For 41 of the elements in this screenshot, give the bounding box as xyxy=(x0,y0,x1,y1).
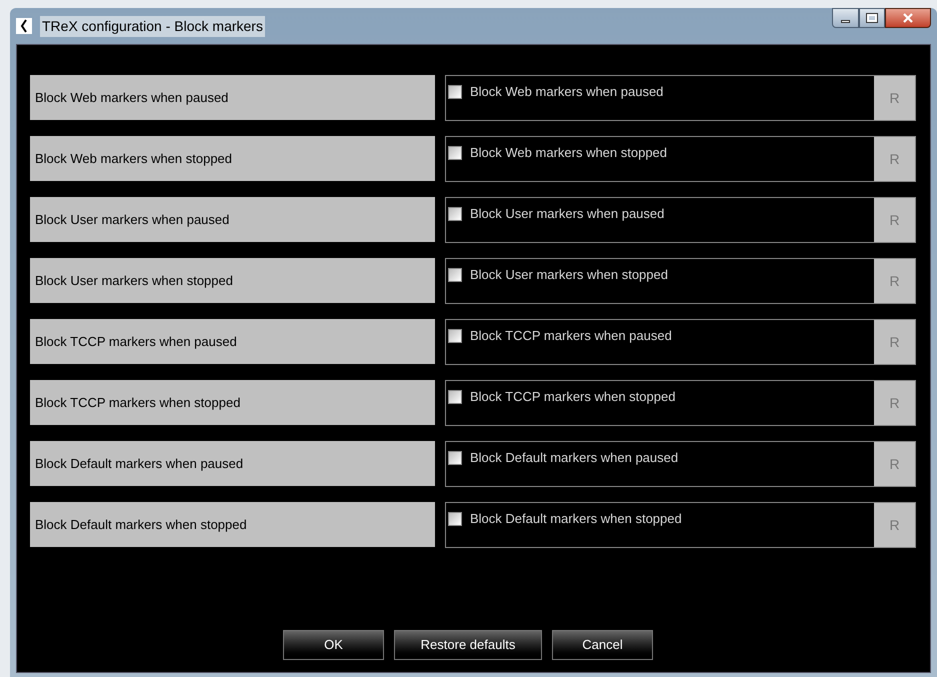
setting-label: Block User markers when paused xyxy=(30,197,435,242)
reset-button[interactable]: R xyxy=(874,381,915,425)
window-title: TReX configuration - Block markers xyxy=(40,16,265,36)
setting-label: Block TCCP markers when stopped xyxy=(30,380,435,425)
dialog-button[interactable]: Restore defaults xyxy=(394,630,542,660)
checkbox[interactable] xyxy=(448,451,462,465)
checkbox-label: Block Default markers when paused xyxy=(470,449,678,468)
setting-label: Block Default markers when paused xyxy=(30,441,435,486)
reset-button[interactable]: R xyxy=(874,503,915,547)
minimize-button[interactable] xyxy=(832,8,859,28)
checkbox-label: Block Web markers when stopped xyxy=(470,144,668,162)
checkbox-label: Block TCCP markers when paused xyxy=(470,327,672,346)
dialog-button[interactable]: OK xyxy=(283,630,384,660)
setting-label: Block TCCP markers when paused xyxy=(30,319,435,364)
close-button[interactable] xyxy=(885,8,931,28)
checkbox-label: Block Default markers when stopped xyxy=(470,510,682,528)
reset-button[interactable]: R xyxy=(874,320,915,364)
checkbox[interactable] xyxy=(448,512,462,526)
checkbox[interactable] xyxy=(448,85,462,99)
checkbox-label: Block User markers when stopped xyxy=(470,266,668,284)
reset-button[interactable]: R xyxy=(874,442,915,486)
setting-label: Block User markers when stopped xyxy=(30,258,435,303)
setting-label: Block Default markers when stopped xyxy=(30,502,435,547)
checkbox[interactable] xyxy=(448,146,462,160)
setting-label: Block Web markers when paused xyxy=(30,75,435,120)
checkbox-label: Block TCCP markers when stopped xyxy=(470,388,676,406)
close-icon xyxy=(903,13,913,23)
reset-button[interactable]: R xyxy=(874,137,915,181)
reset-button[interactable]: R xyxy=(874,76,915,120)
reset-button[interactable]: R xyxy=(874,198,915,242)
checkbox[interactable] xyxy=(448,329,462,343)
reset-button[interactable]: R xyxy=(874,259,915,303)
setting-label: Block Web markers when stopped xyxy=(30,136,435,181)
checkbox[interactable] xyxy=(448,390,462,404)
checkbox[interactable] xyxy=(448,268,462,282)
checkbox[interactable] xyxy=(448,207,462,221)
checkbox-label: Block User markers when paused xyxy=(470,205,664,224)
maximize-button[interactable] xyxy=(859,8,885,28)
app-logo-icon xyxy=(16,18,32,34)
dialog-button[interactable]: Cancel xyxy=(552,630,653,660)
checkbox-label: Block Web markers when paused xyxy=(470,83,664,102)
